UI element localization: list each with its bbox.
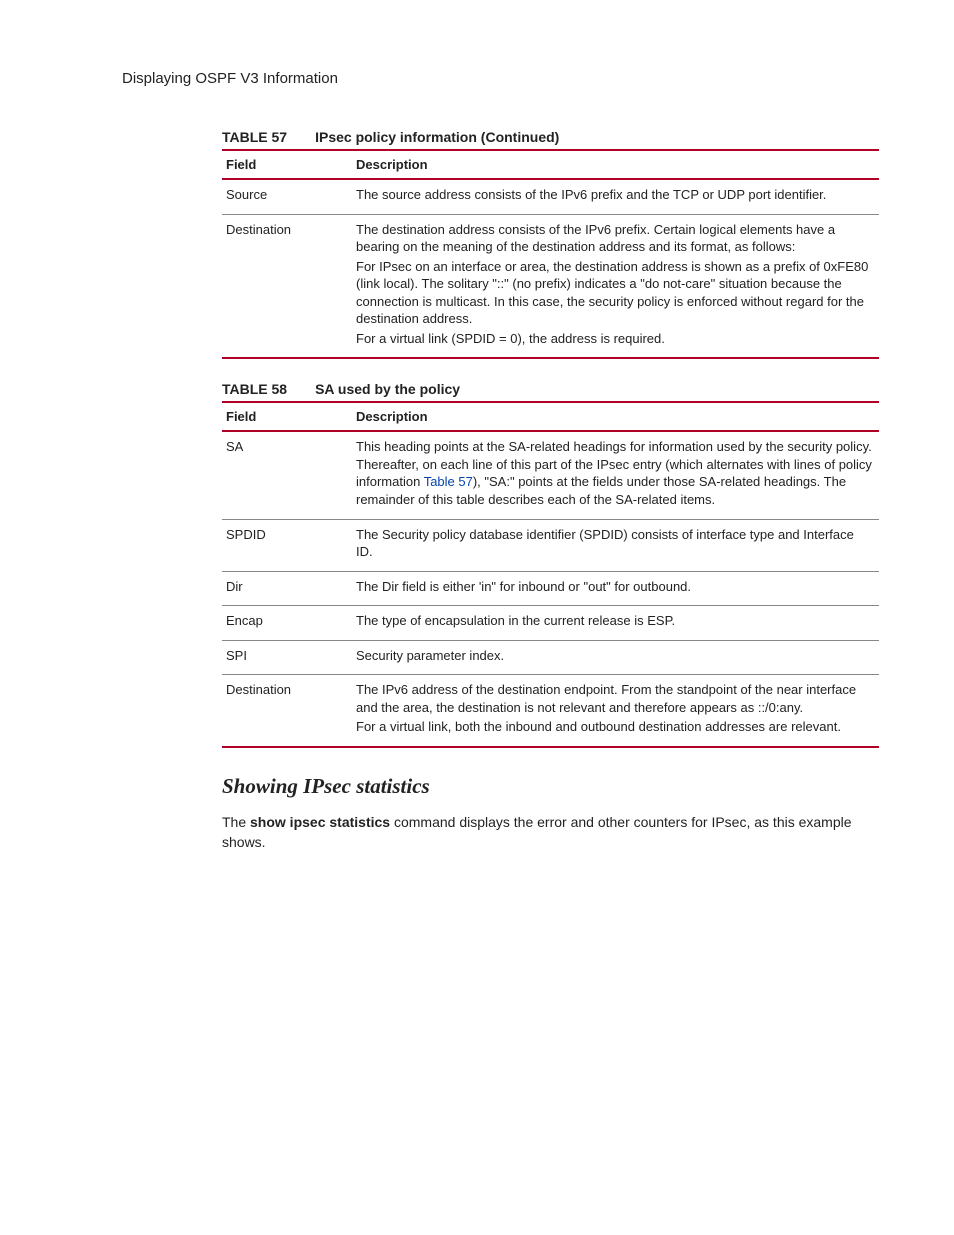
cell-desc: The destination address consists of the … — [352, 214, 879, 358]
col-field: Field — [222, 402, 352, 431]
command-name: show ipsec statistics — [250, 814, 390, 830]
table-title: IPsec policy information (Continued) — [315, 129, 559, 145]
desc-line: Security parameter index. — [356, 647, 873, 665]
table-row: SPDID The Security policy database ident… — [222, 519, 879, 571]
cell-field: SPDID — [222, 519, 352, 571]
cell-desc: The IPv6 address of the destination endp… — [352, 675, 879, 747]
desc-line: The Dir field is either 'in" for inbound… — [356, 578, 873, 596]
page: Displaying OSPF V3 Information TABLE 57 … — [0, 0, 954, 1235]
table-57: TABLE 57 IPsec policy information (Conti… — [222, 129, 879, 359]
cell-field: Dir — [222, 571, 352, 606]
table-row: Encap The type of encapsulation in the c… — [222, 606, 879, 641]
table-row: SPI Security parameter index. — [222, 640, 879, 675]
crossref-link[interactable]: Table 57 — [424, 474, 473, 489]
cell-desc: The Security policy database identifier … — [352, 519, 879, 571]
col-field: Field — [222, 150, 352, 179]
table-58-caption: TABLE 58 SA used by the policy — [222, 381, 879, 397]
body-pre: The — [222, 814, 250, 830]
desc-line: The destination address consists of the … — [356, 221, 873, 256]
desc-line: For a virtual link, both the inbound and… — [356, 718, 873, 736]
cell-field: Encap — [222, 606, 352, 641]
table-row: Destination The IPv6 address of the dest… — [222, 675, 879, 747]
section-title: Displaying OSPF V3 Information — [122, 70, 879, 87]
table-row: Source The source address consists of th… — [222, 179, 879, 214]
table-57-table: Field Description Source The source addr… — [222, 149, 879, 359]
table-row: Destination The destination address cons… — [222, 214, 879, 358]
cell-desc: The Dir field is either 'in" for inbound… — [352, 571, 879, 606]
desc-line: For IPsec on an interface or area, the d… — [356, 258, 873, 328]
table-number: TABLE 57 — [222, 129, 287, 145]
desc-line: The IPv6 address of the destination endp… — [356, 681, 873, 716]
table-row: Dir The Dir field is either 'in" for inb… — [222, 571, 879, 606]
cell-field: SA — [222, 431, 352, 519]
cell-desc: Security parameter index. — [352, 640, 879, 675]
desc-line: This heading points at the SA-related he… — [356, 438, 873, 508]
cell-field: Destination — [222, 675, 352, 747]
body-paragraph: The show ipsec statistics command displa… — [222, 813, 879, 852]
cell-field: Source — [222, 179, 352, 214]
cell-field: Destination — [222, 214, 352, 358]
table-58: TABLE 58 SA used by the policy Field Des… — [222, 381, 879, 748]
cell-field: SPI — [222, 640, 352, 675]
table-58-table: Field Description SA This heading points… — [222, 401, 879, 748]
col-desc: Description — [352, 150, 879, 179]
table-title: SA used by the policy — [315, 381, 460, 397]
col-desc: Description — [352, 402, 879, 431]
desc-line: The source address consists of the IPv6 … — [356, 186, 873, 204]
cell-desc: The source address consists of the IPv6 … — [352, 179, 879, 214]
desc-line: For a virtual link (SPDID = 0), the addr… — [356, 330, 873, 348]
table-57-caption: TABLE 57 IPsec policy information (Conti… — [222, 129, 879, 145]
table-row: SA This heading points at the SA-related… — [222, 431, 879, 519]
desc-line: The type of encapsulation in the current… — [356, 612, 873, 630]
cell-desc: The type of encapsulation in the current… — [352, 606, 879, 641]
desc-line: The Security policy database identifier … — [356, 526, 873, 561]
table-number: TABLE 58 — [222, 381, 287, 397]
cell-desc: This heading points at the SA-related he… — [352, 431, 879, 519]
subheading: Showing IPsec statistics — [222, 774, 879, 799]
